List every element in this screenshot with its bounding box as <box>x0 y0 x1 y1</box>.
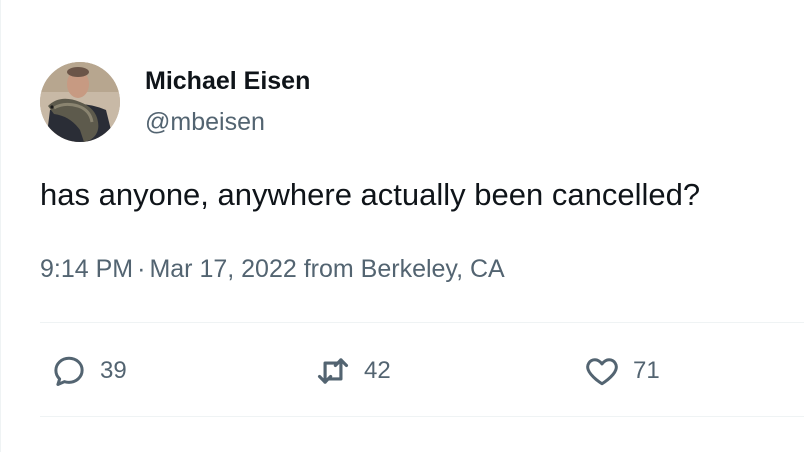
heart-icon <box>583 352 621 390</box>
like-count: 71 <box>633 357 660 384</box>
tweet-date[interactable]: Mar 17, 2022 <box>149 255 296 283</box>
tweet-time[interactable]: 9:14 PM <box>40 255 133 283</box>
avatar[interactable] <box>40 62 120 142</box>
divider-bottom <box>40 416 804 417</box>
retweet-button[interactable]: 42 <box>314 351 391 391</box>
left-border <box>0 0 1 452</box>
meta-separator: · <box>137 255 146 283</box>
tweet-text: has anyone, anywhere actually been cance… <box>40 177 701 212</box>
avatar-image <box>40 62 120 142</box>
retweet-icon <box>314 352 352 390</box>
divider-top <box>40 322 804 323</box>
reply-icon <box>50 352 88 390</box>
reply-count: 39 <box>100 357 127 384</box>
retweet-count: 42 <box>364 357 391 384</box>
tweet-metadata: 9:14 PM · Mar 17, 2022 from Berkeley, CA <box>40 252 505 286</box>
like-button[interactable]: 71 <box>583 351 660 391</box>
reply-button[interactable]: 39 <box>50 351 127 391</box>
user-handle[interactable]: @mbeisen <box>145 106 265 138</box>
display-name[interactable]: Michael Eisen <box>145 65 310 97</box>
tweet-location: from Berkeley, CA <box>303 255 505 283</box>
